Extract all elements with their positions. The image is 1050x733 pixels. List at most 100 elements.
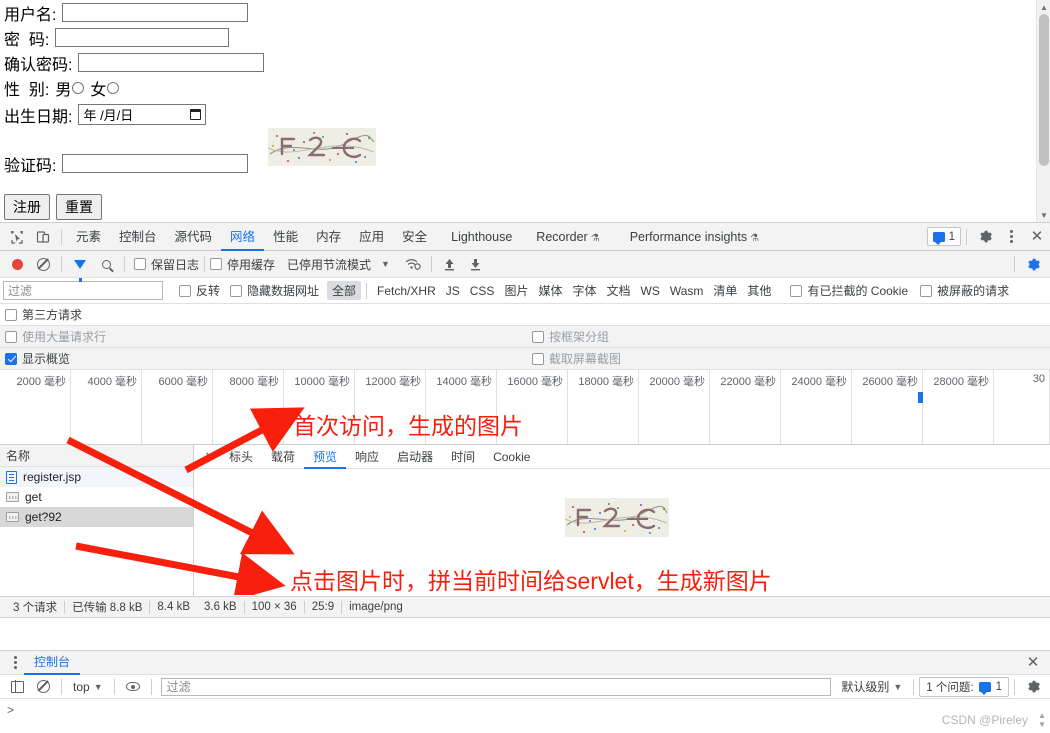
filter-type-js[interactable]: JS <box>441 283 465 299</box>
request-row-register-jsp[interactable]: register.jsp <box>0 467 193 487</box>
group-by-frame-checkbox[interactable]: 按框架分组 <box>532 328 609 345</box>
toggle-filter-button[interactable] <box>67 251 93 282</box>
third-party-checkbox[interactable]: 第三方请求 <box>5 306 82 323</box>
detail-tab-preview[interactable]: 预览 <box>304 445 346 469</box>
console-context-selector[interactable]: top ▼ <box>67 680 109 694</box>
tab-elements[interactable]: 元素 <box>67 223 110 251</box>
clear-console-button[interactable] <box>30 674 56 700</box>
show-overview-checkbox[interactable]: 显示概览 <box>5 350 70 367</box>
export-har-button[interactable] <box>463 251 489 277</box>
console-scroll-up-icon[interactable]: ▲ <box>1038 711 1046 720</box>
invert-checkbox[interactable]: 反转 <box>179 282 220 299</box>
search-button[interactable] <box>93 251 119 277</box>
filter-type-all[interactable]: 全部 <box>327 281 362 300</box>
tab-application[interactable]: 应用 <box>350 223 393 251</box>
submit-button[interactable]: 注册 <box>4 194 50 220</box>
detail-tab-headers[interactable]: 标头 <box>220 445 262 469</box>
console-scrollbar[interactable]: ▲ ▼ <box>1036 711 1048 729</box>
throttling-chevron-down-icon[interactable]: ▼ <box>381 259 390 269</box>
network-overview[interactable]: 2000 毫秒 4000 毫秒 6000 毫秒 8000 毫秒 10000 毫秒… <box>0 370 1050 445</box>
filter-type-manifest[interactable]: 清单 <box>708 281 742 300</box>
filter-type-other[interactable]: 其他 <box>742 281 776 300</box>
console-issues-button[interactable]: 1 个问题: 1 <box>919 676 1009 697</box>
detail-tab-cookies[interactable]: Cookie <box>484 445 539 469</box>
tick-label: 24000 毫秒 <box>791 376 847 388</box>
capture-screenshots-box-icon <box>532 352 544 365</box>
filter-type-img[interactable]: 图片 <box>499 281 533 300</box>
page-scrollbar-thumb[interactable] <box>1039 14 1049 166</box>
birthdate-input[interactable]: 年 /月/日 <box>78 104 207 125</box>
request-list-header[interactable]: 名称 <box>0 445 193 467</box>
detail-tab-initiator[interactable]: 启动器 <box>388 445 442 469</box>
more-options-button[interactable] <box>998 224 1024 250</box>
page-scrollbar[interactable]: ▲ ▼ <box>1036 0 1050 222</box>
tab-sources[interactable]: 源代码 <box>166 223 222 251</box>
console-sidebar-button[interactable] <box>4 674 30 700</box>
username-input[interactable] <box>62 3 249 22</box>
settings-gear-button[interactable] <box>972 224 998 250</box>
filter-type-fetch-xhr[interactable]: Fetch/XHR <box>372 283 441 299</box>
console-output[interactable]: > CSDN @Pireley ▲ ▼ <box>0 699 1050 731</box>
tab-memory[interactable]: 内存 <box>307 223 350 251</box>
import-har-button[interactable] <box>437 251 463 277</box>
filter-type-media[interactable]: 媒体 <box>533 281 567 300</box>
console-context-value: top <box>73 679 90 694</box>
tab-network[interactable]: 网络 <box>221 223 264 251</box>
close-drawer-button[interactable]: ✕ <box>1020 650 1046 676</box>
live-expression-button[interactable] <box>120 674 146 700</box>
overview-request-bar[interactable] <box>918 392 923 403</box>
captcha-image[interactable] <box>268 128 376 166</box>
drawer-more-button[interactable] <box>6 653 24 673</box>
detail-tab-response[interactable]: 响应 <box>346 445 388 469</box>
console-scroll-down-icon[interactable]: ▼ <box>1038 720 1046 729</box>
filter-type-css[interactable]: CSS <box>465 283 500 299</box>
captcha-glyphs <box>268 128 376 166</box>
blocked-requests-checkbox[interactable]: 被屏蔽的请求 <box>920 282 1009 299</box>
tab-console[interactable]: 控制台 <box>110 223 166 251</box>
scroll-up-arrow[interactable]: ▲ <box>1037 0 1050 14</box>
password-input[interactable] <box>55 28 230 47</box>
filter-input[interactable]: 过滤 <box>3 281 163 300</box>
inspect-element-icon[interactable] <box>4 224 30 250</box>
captcha-input[interactable] <box>62 154 249 173</box>
throttling-value[interactable]: 已停用节流模式 <box>287 256 371 273</box>
tab-performance-insights[interactable]: Performance insights ⚗ <box>621 223 768 251</box>
tab-security[interactable]: 安全 <box>393 223 436 251</box>
tab-performance[interactable]: 性能 <box>264 223 307 251</box>
console-level-selector[interactable]: 默认级别 ▼ <box>835 678 908 695</box>
radio-male[interactable] <box>72 81 85 94</box>
console-settings-button[interactable] <box>1020 674 1046 700</box>
detail-tab-timing[interactable]: 时间 <box>442 445 484 469</box>
reset-button[interactable]: 重置 <box>56 194 102 220</box>
calendar-icon[interactable] <box>190 109 202 120</box>
device-toolbar-icon[interactable] <box>30 224 56 250</box>
disable-cache-checkbox[interactable]: 停用缓存 <box>210 256 275 273</box>
preserve-log-checkbox[interactable]: 保留日志 <box>134 256 199 273</box>
filter-type-doc[interactable]: 文档 <box>601 281 635 300</box>
network-settings-button[interactable] <box>1020 251 1046 277</box>
filter-type-wasm[interactable]: Wasm <box>665 283 709 299</box>
request-row-get-92[interactable]: get?92 <box>0 507 193 527</box>
filter-type-ws[interactable]: WS <box>636 283 665 299</box>
request-row-get[interactable]: get <box>0 487 193 507</box>
capture-screenshots-checkbox[interactable]: 截取屏幕截图 <box>532 350 621 367</box>
scroll-down-arrow[interactable]: ▼ <box>1037 208 1050 222</box>
close-devtools-button[interactable]: ✕ <box>1024 224 1050 250</box>
close-detail-button[interactable]: ✕ <box>200 447 220 467</box>
drawer-tab-console[interactable]: 控制台 <box>24 650 80 675</box>
filter-type-font[interactable]: 字体 <box>567 281 601 300</box>
clear-requests-button[interactable] <box>30 251 56 277</box>
blocked-cookies-checkbox[interactable]: 有已拦截的 Cookie <box>790 282 908 299</box>
tab-recorder[interactable]: Recorder ⚗ <box>527 223 608 251</box>
detail-tab-payload[interactable]: 载荷 <box>262 445 304 469</box>
record-button[interactable] <box>4 251 30 277</box>
hide-data-urls-checkbox[interactable]: 隐藏数据网址 <box>230 282 319 299</box>
network-conditions-button[interactable] <box>400 251 426 277</box>
tab-lighthouse[interactable]: Lighthouse <box>442 223 521 251</box>
issues-counter-button[interactable]: 1 <box>926 227 961 246</box>
radio-female[interactable] <box>107 81 120 94</box>
big-request-rows-checkbox[interactable]: 使用大量请求行 <box>5 328 106 345</box>
confirm-password-input[interactable] <box>78 53 265 72</box>
console-filter-input[interactable]: 过滤 <box>160 677 832 696</box>
preview-captcha-image[interactable] <box>565 498 669 537</box>
